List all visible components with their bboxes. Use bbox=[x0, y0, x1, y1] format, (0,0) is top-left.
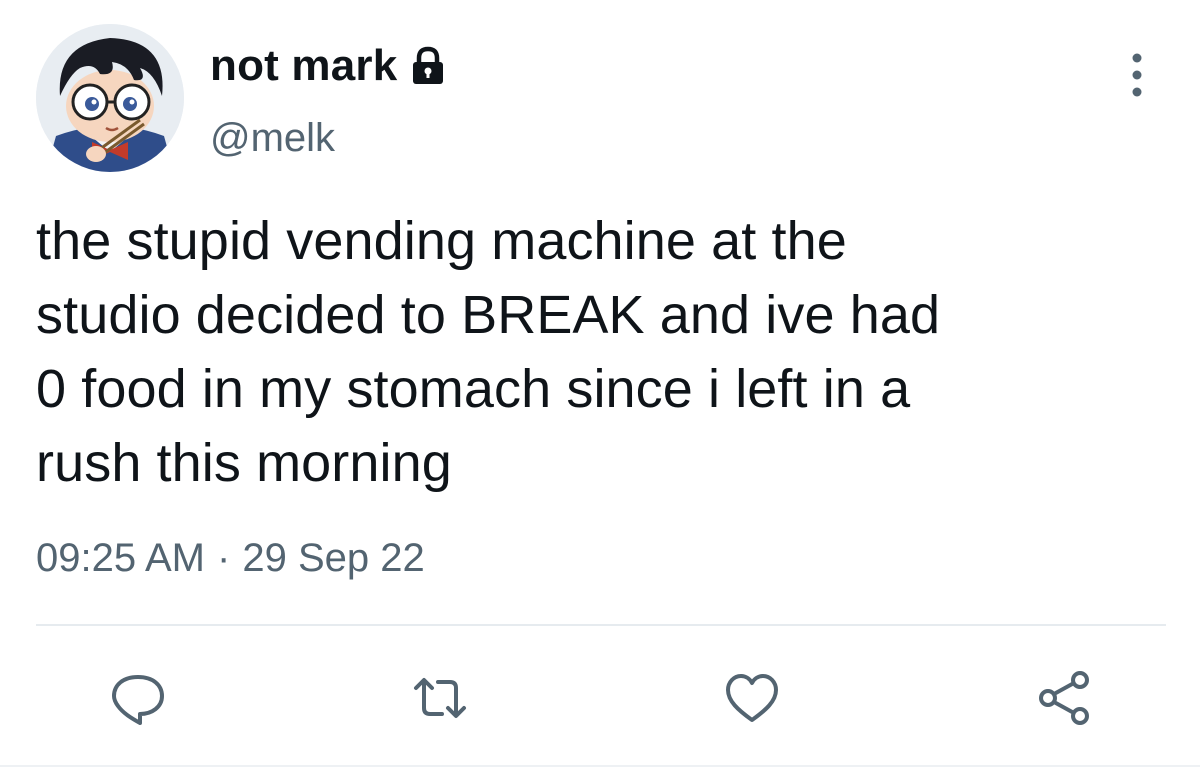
bottom-divider bbox=[0, 765, 1200, 767]
divider bbox=[36, 624, 1166, 626]
avatar[interactable] bbox=[36, 24, 184, 172]
tweet-timestamp[interactable]: 09:25 AM · 29 Sep 22 bbox=[36, 536, 425, 581]
tweet-time: 09:25 AM bbox=[36, 536, 206, 580]
more-vertical-icon[interactable] bbox=[1122, 50, 1152, 100]
reply-button[interactable] bbox=[108, 668, 168, 728]
display-name[interactable]: not mark bbox=[210, 41, 397, 91]
retweet-icon bbox=[414, 678, 466, 718]
tweet-date: 29 Sep 22 bbox=[242, 536, 425, 580]
heart-icon bbox=[726, 674, 778, 722]
avatar-image bbox=[36, 24, 184, 172]
meta-separator: · bbox=[217, 536, 231, 580]
tweet: not mark @melk the stupid vending machin… bbox=[0, 0, 1200, 783]
user-handle[interactable]: @melk bbox=[210, 116, 335, 161]
like-button[interactable] bbox=[722, 668, 782, 728]
reply-icon bbox=[112, 675, 164, 725]
tweet-text: the stupid vending machine at the studio… bbox=[36, 211, 941, 493]
retweet-button[interactable] bbox=[410, 668, 470, 728]
author-name-row: not mark bbox=[210, 40, 449, 92]
lock-icon bbox=[407, 45, 449, 87]
share-icon bbox=[1039, 671, 1089, 725]
share-button[interactable] bbox=[1034, 668, 1094, 728]
